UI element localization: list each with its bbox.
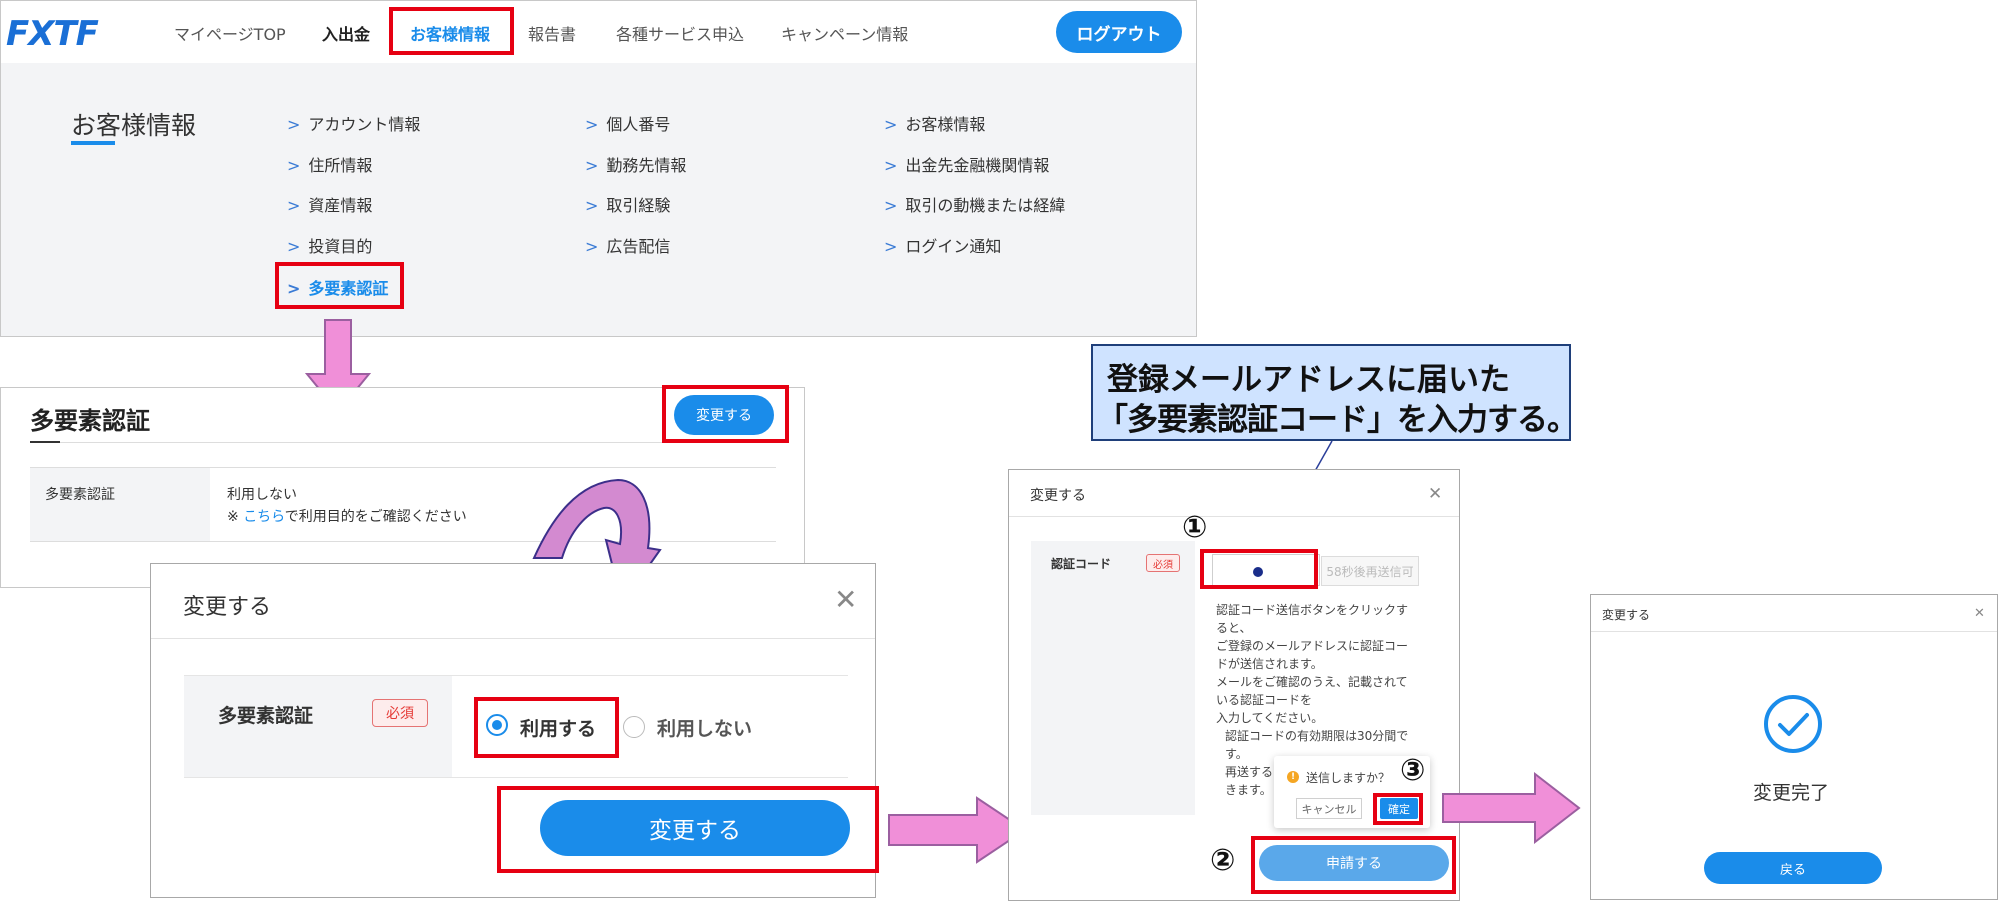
popconfirm-cancel-button[interactable]: キャンセル	[1296, 798, 1362, 819]
menu-withdrawal-bank[interactable]: > 出金先金融機関情報	[884, 152, 1049, 176]
note-suffix: で利用目的をご確認ください	[284, 509, 467, 525]
mfa-row-note: ※ こちらで利用目的をご確認ください	[227, 506, 467, 526]
menu-employer-info[interactable]: > 勤務先情報	[585, 152, 686, 176]
close-icon[interactable]: ✕	[1974, 606, 1985, 621]
desc-line: ご登録のメールアドレスに認証コー	[1216, 639, 1409, 653]
note-link[interactable]: こちら	[243, 509, 285, 525]
menu-asset-info[interactable]: > 資産情報	[287, 192, 372, 216]
step-1-marker: ①	[1182, 510, 1208, 545]
fxtf-logo[interactable]: FXTF	[6, 14, 99, 54]
highlight-change-button	[662, 385, 789, 443]
menu-account-info[interactable]: > アカウント情報	[287, 111, 420, 135]
desc-line: いる認証コードを	[1216, 693, 1313, 707]
dialog1-field-label: 多要素認証	[218, 705, 314, 727]
step-2-marker: ②	[1210, 843, 1236, 878]
radio-not-use-label[interactable]: 利用しない	[657, 714, 752, 741]
required-badge: 必須	[1146, 554, 1180, 572]
submenu-title-underline	[71, 141, 115, 145]
auth-dialog-divider	[1009, 516, 1459, 517]
menu-address-info[interactable]: > 住所情報	[287, 152, 372, 176]
close-icon[interactable]: ✕	[1428, 484, 1442, 504]
submenu-title: お客様情報	[71, 111, 197, 140]
nav-service-apply[interactable]: 各種サービス申込	[616, 21, 744, 45]
callout-line1: 登録メールアドレスに届いた	[1107, 362, 1510, 398]
mfa-row-label-cell	[30, 468, 210, 541]
resend-button[interactable]: 58秒後再送信可	[1321, 556, 1419, 586]
menu-my-number[interactable]: > 個人番号	[585, 111, 670, 135]
radio-not-use[interactable]	[623, 716, 645, 738]
menu-investment-purpose[interactable]: > 投資目的	[287, 233, 372, 257]
desc-line: 認証コード送信ボタンをクリックす	[1216, 603, 1409, 617]
highlight-popconfirm-ok	[1373, 793, 1423, 825]
nav-campaign[interactable]: キャンペーン情報	[781, 21, 908, 45]
highlight-nav-customer-info	[389, 7, 514, 55]
highlight-auth-code-input	[1200, 549, 1318, 589]
mfa-page-title-underline	[30, 441, 60, 443]
menu-ad-delivery[interactable]: > 広告配信	[585, 233, 670, 257]
desc-line: ると、	[1216, 621, 1252, 635]
note-prefix: ※	[227, 509, 239, 525]
highlight-menu-mfa	[275, 262, 404, 309]
change-dialog-title: 変更する	[183, 595, 272, 620]
callout-line2: 「多要素認証コード」を入力する。	[1097, 402, 1578, 438]
menu-trading-experience[interactable]: > 取引経験	[585, 192, 670, 216]
close-icon[interactable]: ✕	[834, 586, 857, 614]
desc-line: メールをご確認のうえ、記載されて	[1216, 675, 1408, 689]
highlight-apply-button	[1251, 836, 1456, 894]
auth-label-cell	[1031, 541, 1195, 815]
menu-trading-motive[interactable]: > 取引の動機または経緯	[884, 192, 1065, 216]
mfa-row-label: 多要素認証	[45, 487, 115, 503]
right-arrow-icon	[1442, 772, 1581, 844]
complete-dialog-divider	[1591, 631, 1997, 632]
desc-line: ドが送信されます。	[1216, 657, 1323, 671]
menu-customer-info[interactable]: > お客様情報	[884, 111, 985, 135]
desc-line: 認証コードの有効期限は30分間で	[1225, 729, 1409, 743]
mfa-row-value: 利用しない	[227, 487, 297, 503]
check-circle-icon	[1764, 695, 1822, 753]
highlight-dialog1-submit	[497, 786, 879, 873]
popconfirm-text: 送信しますか？	[1306, 771, 1391, 785]
mfa-page-title: 多要素認証	[30, 407, 150, 435]
auth-dialog-title: 変更する	[1030, 488, 1086, 504]
step-3-marker: ③	[1400, 753, 1426, 788]
back-button[interactable]: 戻る	[1704, 852, 1882, 884]
nav-reports[interactable]: 報告書	[528, 21, 576, 45]
change-dialog-divider	[151, 638, 875, 639]
desc-line: 入力してください。	[1216, 711, 1324, 725]
complete-message: 変更完了	[1753, 782, 1830, 804]
complete-dialog-title: 変更する	[1602, 608, 1651, 622]
warning-icon: !	[1287, 771, 1299, 783]
required-badge: 必須	[372, 699, 428, 727]
logout-button[interactable]: ログアウト	[1056, 11, 1182, 53]
nav-mypage-top[interactable]: マイページTOP	[174, 21, 286, 45]
auth-field-label: 認証コード	[1051, 557, 1112, 571]
nav-deposit[interactable]: 入出金	[322, 21, 370, 45]
menu-login-notice[interactable]: > ログイン通知	[884, 233, 1001, 257]
highlight-radio-use	[474, 697, 619, 758]
